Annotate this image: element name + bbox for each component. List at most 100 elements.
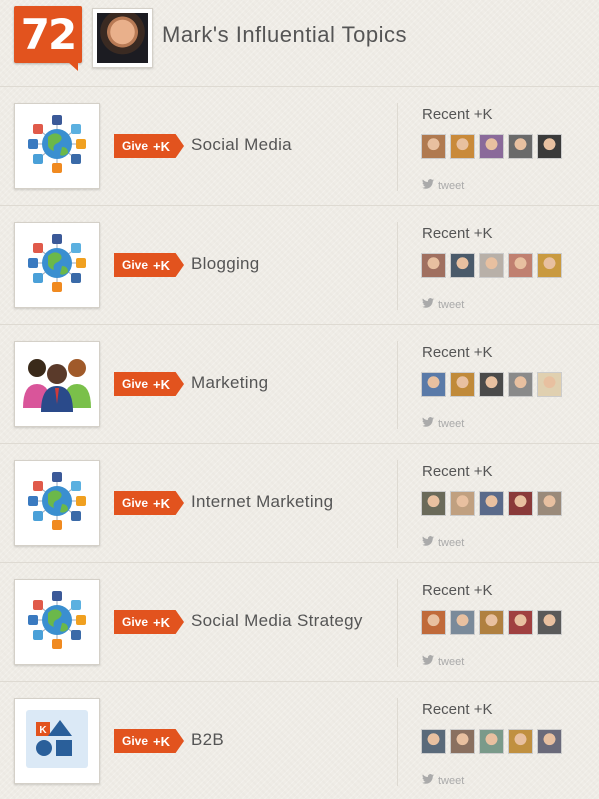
tweet-label: tweet [438,655,465,668]
tweet-label: tweet [438,774,465,787]
recent-plus-k-avatar[interactable] [537,372,562,397]
plus-k-label: +K [153,614,170,630]
plus-k-label: +K [153,257,170,273]
divider [397,222,398,310]
twitter-bird-icon [422,774,438,787]
recent-plus-k-avatar[interactable] [537,491,562,516]
recent-plus-k-avatars [421,491,566,516]
recent-plus-k-avatar[interactable] [479,729,504,754]
topic-row: Give +K Social Media Recent +K tweet [0,86,599,205]
recent-plus-k-avatar[interactable] [508,372,533,397]
tweet-link[interactable]: tweet [422,655,464,668]
recent-plus-k-avatar[interactable] [421,134,446,159]
topic-name[interactable]: Blogging [191,254,260,274]
recent-plus-k-avatar[interactable] [421,491,446,516]
recent-plus-k-avatar[interactable] [421,253,446,278]
plus-k-label: +K [153,138,170,154]
recent-plus-k-avatar[interactable] [508,610,533,635]
recent-plus-k-avatar[interactable] [450,134,475,159]
twitter-bird-icon [422,179,438,192]
recent-plus-k-avatar[interactable] [508,491,533,516]
topic-row: Give +K Internet Marketing Recent +K twe… [0,443,599,562]
recent-plus-k-avatar[interactable] [479,372,504,397]
recent-plus-k-avatar[interactable] [508,729,533,754]
recent-plus-k-avatar[interactable] [479,610,504,635]
recent-plus-k-avatars [421,372,566,397]
divider [397,579,398,667]
topic-name[interactable]: B2B [191,730,224,750]
recent-plus-k-avatar[interactable] [537,134,562,159]
recent-plus-k-avatar[interactable] [421,372,446,397]
topic-row: Give +K Marketing Recent +K tweet [0,324,599,443]
plus-k-label: +K [153,733,170,749]
topic-icon[interactable] [14,460,100,546]
topic-icon[interactable] [14,103,100,189]
give-plus-k-button[interactable]: Give +K [114,491,184,515]
klout-score-badge: 72 [14,6,82,63]
divider [397,698,398,786]
recent-plus-k-avatar[interactable] [479,134,504,159]
recent-plus-k-avatar[interactable] [508,134,533,159]
recent-plus-k-avatar[interactable] [450,253,475,278]
give-label: Give [122,734,149,748]
give-plus-k-button[interactable]: Give +K [114,134,184,158]
recent-plus-k-avatar[interactable] [450,372,475,397]
recent-plus-k-avatars [421,134,566,159]
tweet-label: tweet [438,179,465,192]
give-label: Give [122,139,149,153]
social-network-globe-icon [24,111,90,182]
social-network-globe-icon [24,587,90,658]
tweet-label: tweet [438,298,465,311]
topic-icon[interactable] [14,222,100,308]
give-plus-k-button[interactable]: Give +K [114,610,184,634]
recent-plus-k-avatar[interactable] [508,253,533,278]
give-plus-k-button[interactable]: Give +K [114,372,184,396]
topic-row: K Give +K B2B Recent +K tweet [0,681,599,799]
recent-plus-k-label: Recent +K [422,701,493,718]
tweet-label: tweet [438,417,465,430]
divider [397,103,398,191]
recent-plus-k-avatar[interactable] [421,610,446,635]
recent-plus-k-avatar[interactable] [450,491,475,516]
recent-plus-k-avatar[interactable] [479,253,504,278]
recent-plus-k-avatar[interactable] [537,610,562,635]
topic-icon[interactable]: K [14,698,100,784]
twitter-bird-icon [422,655,438,668]
topic-name[interactable]: Internet Marketing [191,492,333,512]
recent-plus-k-label: Recent +K [422,106,493,123]
topic-name[interactable]: Marketing [191,373,268,393]
tweet-link[interactable]: tweet [422,298,464,311]
social-network-globe-icon [24,468,90,539]
recent-plus-k-avatars [421,253,566,278]
recent-plus-k-avatar[interactable] [450,610,475,635]
tweet-link[interactable]: tweet [422,536,464,549]
tweet-link[interactable]: tweet [422,774,464,787]
divider [397,341,398,429]
score-badge-tail [68,62,78,71]
topic-name[interactable]: Social Media [191,135,292,155]
twitter-bird-icon [422,417,438,430]
profile-avatar[interactable] [92,8,153,68]
recent-plus-k-avatar[interactable] [450,729,475,754]
recent-plus-k-avatar[interactable] [479,491,504,516]
give-plus-k-button[interactable]: Give +K [114,253,184,277]
people-group-icon [19,352,95,417]
give-plus-k-button[interactable]: Give +K [114,729,184,753]
topic-icon[interactable] [14,579,100,665]
topic-name[interactable]: Social Media Strategy [191,611,363,631]
tweet-link[interactable]: tweet [422,179,464,192]
recent-plus-k-label: Recent +K [422,225,493,242]
topic-row: Give +K Social Media Strategy Recent +K … [0,562,599,681]
tweet-link[interactable]: tweet [422,417,464,430]
recent-plus-k-avatars [421,610,566,635]
recent-plus-k-avatar[interactable] [537,729,562,754]
plus-k-label: +K [153,495,170,511]
recent-plus-k-label: Recent +K [422,463,493,480]
recent-plus-k-avatar[interactable] [537,253,562,278]
twitter-bird-icon [422,298,438,311]
topic-list: Give +K Social Media Recent +K tweet Giv… [0,86,599,799]
give-label: Give [122,377,149,391]
recent-plus-k-avatar[interactable] [421,729,446,754]
plus-k-label: +K [153,376,170,392]
topic-icon[interactable] [14,341,100,427]
